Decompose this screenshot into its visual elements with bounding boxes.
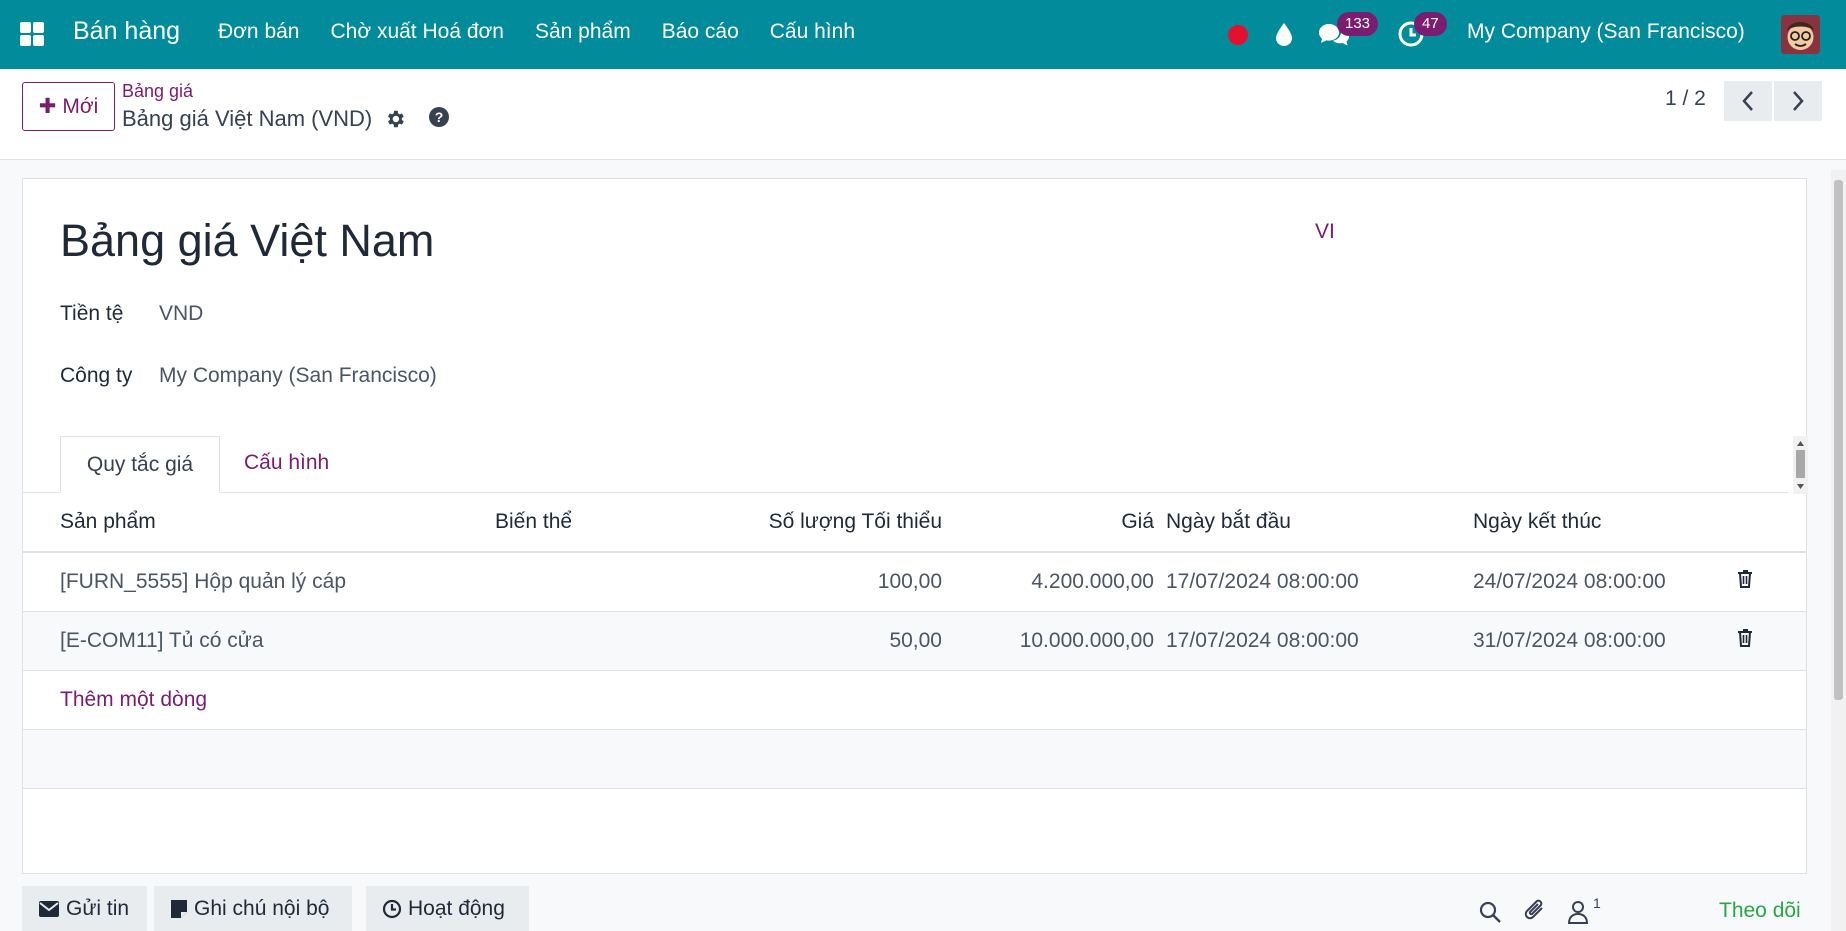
svg-text:?: ? (435, 109, 444, 125)
form-tabs: Quy tắc giá Cấu hình (23, 436, 1788, 493)
column-header-end-date[interactable]: Ngày kết thúc (1473, 493, 1733, 553)
column-header-min-qty[interactable]: Số lượng Tối thiểu (670, 493, 942, 553)
row-variant[interactable] (495, 611, 670, 671)
search-icon[interactable] (1478, 900, 1502, 924)
row-start-date[interactable]: 17/07/2024 08:00:00 (1166, 611, 1473, 671)
record-status-icon[interactable] (1228, 25, 1248, 45)
column-header-start-date[interactable]: Ngày bắt đầu (1166, 493, 1473, 553)
currency-label: Tiền tệ (60, 302, 124, 325)
add-line-row: Thêm một dòng (23, 670, 1806, 730)
control-panel: ✚ Mới Bảng giá Bảng giá Việt Nam (VND) ?… (0, 69, 1846, 160)
send-message-button[interactable]: Gửi tin (22, 886, 147, 931)
user-avatar[interactable] (1781, 15, 1820, 54)
table-row[interactable]: [E-COM11] Tủ có cửa 50,00 10.000.000,00 … (23, 611, 1806, 671)
column-header-price[interactable]: Giá (942, 493, 1154, 553)
activities-label: Hoạt động (408, 896, 505, 920)
table-row[interactable]: [FURN_5555] Hộp quản lý cáp 100,00 4.200… (23, 552, 1806, 612)
row-price[interactable]: 10.000.000,00 (942, 611, 1154, 671)
new-record-button[interactable]: ✚ Mới (22, 82, 115, 131)
breadcrumb-current: Bảng giá Việt Nam (VND) (122, 106, 373, 131)
followers-user-icon[interactable] (1566, 899, 1590, 925)
row-end-date[interactable]: 31/07/2024 08:00:00 (1473, 611, 1733, 671)
pager-next-button[interactable] (1774, 81, 1822, 121)
row-min-qty[interactable]: 100,00 (670, 552, 942, 612)
drop-icon[interactable] (1272, 20, 1296, 53)
column-header-product[interactable]: Sản phẩm (60, 493, 495, 553)
empty-row (23, 729, 1806, 789)
activities-count-badge: 47 (1414, 12, 1447, 36)
messages-count-badge: 133 (1337, 12, 1379, 36)
note-icon (171, 899, 187, 918)
plus-icon: ✚ (38, 95, 57, 118)
send-message-label: Gửi tin (66, 896, 130, 920)
add-line-link[interactable]: Thêm một dòng (60, 688, 207, 711)
inner-scrollbar[interactable] (1793, 436, 1808, 494)
form-sheet: Bảng giá Việt Nam VI Tiền tệ VND Công ty… (22, 178, 1808, 874)
company-label: Công ty (60, 364, 133, 387)
tab-configuration[interactable]: Cấu hình (244, 451, 329, 475)
top-navbar: Bán hàng Đơn bán Chờ xuất Hoá đơn Sản ph… (0, 0, 1846, 69)
row-product[interactable]: [FURN_5555] Hộp quản lý cáp (60, 552, 495, 612)
help-icon[interactable]: ? (428, 106, 450, 133)
column-header-variant[interactable]: Biến thể (495, 493, 670, 553)
log-note-button[interactable]: Ghi chú nội bộ (154, 886, 352, 931)
menu-item-configuration[interactable]: Cấu hình (770, 20, 855, 44)
menu-item-to-invoice[interactable]: Chờ xuất Hoá đơn (331, 20, 504, 44)
menu-item-products[interactable]: Sản phẩm (535, 20, 631, 44)
chevron-right-icon (1793, 91, 1804, 111)
language-toggle[interactable]: VI (1315, 220, 1335, 244)
trash-icon[interactable] (1736, 628, 1754, 648)
apps-grid-icon[interactable] (18, 20, 46, 48)
breadcrumb-parent[interactable]: Bảng giá (122, 81, 193, 102)
row-variant[interactable] (495, 552, 670, 612)
clock-icon (382, 899, 402, 918)
company-field[interactable]: My Company (San Francisco) (159, 364, 437, 388)
currency-field[interactable]: VND (159, 302, 203, 326)
trash-icon[interactable] (1736, 569, 1754, 589)
pricelist-name[interactable]: Bảng giá Việt Nam (60, 215, 434, 267)
pager-value[interactable]: 1 / 2 (1665, 87, 1706, 111)
tab-price-rules-label: Quy tắc giá (86, 452, 194, 476)
tab-price-rules[interactable]: Quy tắc giá (60, 436, 220, 493)
paperclip-icon[interactable] (1524, 898, 1548, 924)
activities-button[interactable]: Hoạt động (366, 886, 529, 931)
row-price[interactable]: 4.200.000,00 (942, 552, 1154, 612)
pager-previous-button[interactable] (1724, 81, 1772, 121)
log-note-label: Ghi chú nội bộ (194, 896, 330, 920)
page-scrollbar-thumb[interactable] (1834, 180, 1843, 700)
row-min-qty[interactable]: 50,00 (670, 611, 942, 671)
price-rules-table: Sản phẩm Biến thể Số lượng Tối thiểu Giá… (23, 493, 1806, 789)
gear-icon[interactable] (384, 108, 406, 135)
new-button-label: Mới (62, 94, 99, 118)
app-brand[interactable]: Bán hàng (73, 17, 180, 46)
row-start-date[interactable]: 17/07/2024 08:00:00 (1166, 552, 1473, 612)
follow-button[interactable]: Theo dõi (1719, 899, 1801, 923)
menu-item-orders[interactable]: Đơn bán (218, 20, 300, 44)
followers-count: 1 (1593, 895, 1601, 911)
chevron-left-icon (1742, 91, 1753, 111)
table-header-row: Sản phẩm Biến thể Số lượng Tối thiểu Giá… (23, 493, 1806, 553)
company-switcher[interactable]: My Company (San Francisco) (1467, 20, 1745, 44)
row-product[interactable]: [E-COM11] Tủ có cửa (60, 611, 495, 671)
envelope-icon (39, 900, 59, 917)
main-menu: Đơn bán Chờ xuất Hoá đơn Sản phẩm Báo cá… (218, 20, 886, 44)
row-end-date[interactable]: 24/07/2024 08:00:00 (1473, 552, 1733, 612)
menu-item-reporting[interactable]: Báo cáo (662, 20, 739, 44)
